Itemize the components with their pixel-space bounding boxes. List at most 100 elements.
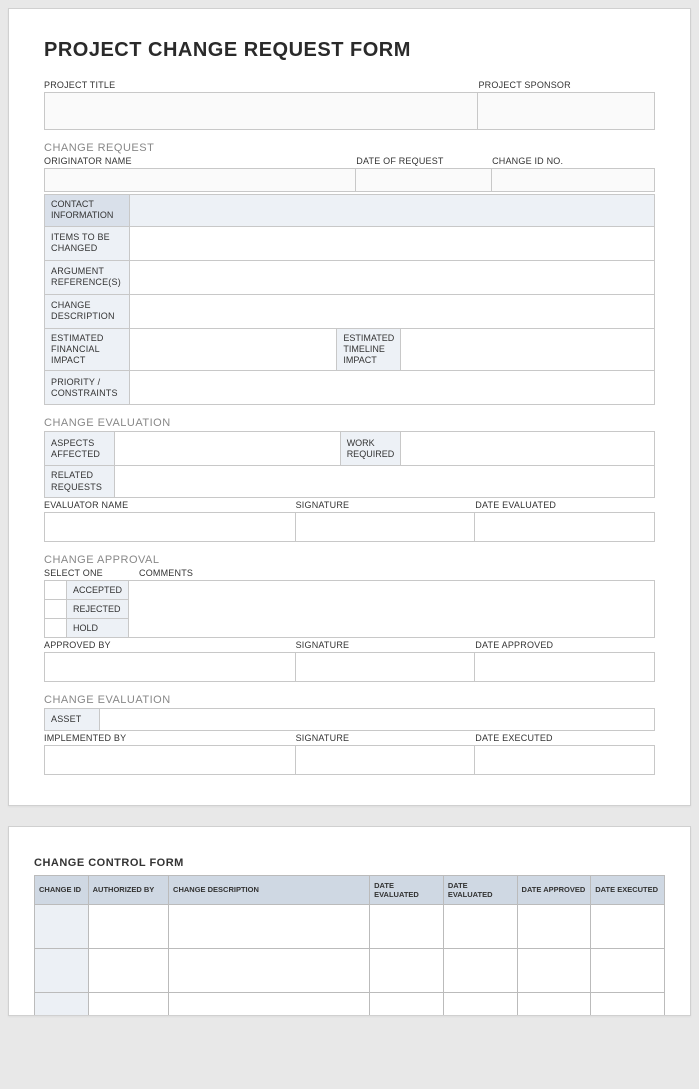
date-approved-input[interactable]	[475, 652, 655, 682]
ccf-header-row: CHANGE ID AUTHORIZED BY CHANGE DESCRIPTI…	[35, 875, 665, 904]
implemented-by-input[interactable]	[44, 745, 296, 775]
ccf-cell-date-approved[interactable]	[517, 948, 591, 992]
ccf-cell-date-executed[interactable]	[591, 992, 665, 1016]
contact-info-label: CONTACT INFORMATION	[45, 195, 130, 227]
change-id-input[interactable]	[492, 168, 655, 192]
date-executed-input[interactable]	[475, 745, 655, 775]
date-of-request-input[interactable]	[356, 168, 492, 192]
ccf-cell-change-id[interactable]	[35, 992, 89, 1016]
change-request-table: CONTACT INFORMATION ITEMS TO BE CHANGED …	[44, 194, 655, 405]
change-evaluation-table: ASPECTS AFFECTED WORK REQUIRED RELATED R…	[44, 431, 655, 498]
est-financial-label: ESTIMATED FINANCIAL IMPACT	[45, 328, 130, 371]
argument-ref-label: ARGUMENT REFERENCE(S)	[45, 260, 130, 294]
ccf-cell-date-eval2[interactable]	[443, 904, 517, 948]
evaluator-inputs	[44, 512, 655, 542]
contact-info-input[interactable]	[130, 195, 655, 227]
asset-input[interactable]	[100, 708, 655, 730]
rejected-label: REJECTED	[67, 599, 129, 618]
ccf-cell-date-eval2[interactable]	[443, 992, 517, 1016]
items-input[interactable]	[130, 226, 655, 260]
ccf-cell-date-approved[interactable]	[517, 904, 591, 948]
asset-label: ASSET	[45, 708, 100, 730]
change-id-label: CHANGE ID NO.	[492, 156, 655, 168]
ccf-cell-date-eval1[interactable]	[370, 992, 444, 1016]
select-one-label: SELECT ONE	[44, 568, 139, 580]
originator-row-inputs	[44, 168, 655, 192]
project-header-inputs	[44, 92, 655, 130]
work-required-label: WORK REQUIRED	[340, 432, 401, 466]
evaluator-name-input[interactable]	[44, 512, 296, 542]
rejected-checkbox[interactable]	[45, 599, 67, 618]
project-title-label: PROJECT TITLE	[44, 80, 478, 92]
date-of-request-label: DATE OF REQUEST	[356, 156, 492, 168]
ccf-cell-change-desc[interactable]	[169, 948, 370, 992]
date-evaluated-label: DATE EVALUATED	[475, 500, 655, 512]
section-change-evaluation: CHANGE EVALUATION	[44, 417, 655, 429]
hold-checkbox[interactable]	[45, 618, 67, 637]
asset-table: ASSET	[44, 708, 655, 731]
ccf-cell-change-desc[interactable]	[169, 904, 370, 948]
approval-signature-input[interactable]	[296, 652, 476, 682]
ccf-h-authorized-by: AUTHORIZED BY	[88, 875, 168, 904]
impl-signature-label: SIGNATURE	[296, 733, 476, 745]
ccf-cell-date-executed[interactable]	[591, 904, 665, 948]
ccf-cell-authorized-by[interactable]	[88, 948, 168, 992]
comments-label: COMMENTS	[139, 568, 193, 580]
priority-input[interactable]	[130, 371, 655, 405]
comments-input[interactable]	[129, 580, 655, 637]
ccf-h-date-executed: DATE EXECUTED	[591, 875, 665, 904]
date-executed-label: DATE EXECUTED	[475, 733, 655, 745]
section-change-evaluation2: CHANGE EVALUATION	[44, 694, 655, 706]
approved-by-label: APPROVED BY	[44, 640, 296, 652]
implemented-by-label: IMPLEMENTED BY	[44, 733, 296, 745]
est-timeline-input[interactable]	[401, 328, 655, 371]
project-sponsor-input[interactable]	[478, 92, 655, 130]
date-evaluated-input[interactable]	[475, 512, 655, 542]
approved-by-input[interactable]	[44, 652, 296, 682]
priority-label: PRIORITY / CONSTRAINTS	[45, 371, 130, 405]
work-required-input[interactable]	[401, 432, 655, 466]
ccf-cell-authorized-by[interactable]	[88, 992, 168, 1016]
project-sponsor-label: PROJECT SPONSOR	[478, 80, 655, 92]
eval-signature-label: SIGNATURE	[296, 500, 476, 512]
ccf-row	[35, 992, 665, 1016]
originator-label: ORIGINATOR NAME	[44, 156, 356, 168]
section-change-request: CHANGE REQUEST	[44, 142, 655, 154]
related-label: RELATED REQUESTS	[45, 466, 115, 498]
ccf-h-change-id: CHANGE ID	[35, 875, 89, 904]
ccf-cell-date-eval1[interactable]	[370, 948, 444, 992]
eval-signature-input[interactable]	[296, 512, 476, 542]
originator-input[interactable]	[44, 168, 356, 192]
change-control-form: CHANGE CONTROL FORM CHANGE ID AUTHORIZED…	[8, 826, 691, 1016]
ccf-h-change-desc: CHANGE DESCRIPTION	[169, 875, 370, 904]
ccf-title: CHANGE CONTROL FORM	[34, 857, 665, 869]
evaluator-name-label: EVALUATOR NAME	[44, 500, 296, 512]
ccf-cell-date-executed[interactable]	[591, 948, 665, 992]
ccf-cell-change-id[interactable]	[35, 948, 89, 992]
related-input[interactable]	[115, 466, 655, 498]
hold-label: HOLD	[67, 618, 129, 637]
ccf-h-date-eval2: DATE EVALUATED	[443, 875, 517, 904]
est-timeline-label: ESTIMATED TIMELINE IMPACT	[337, 328, 401, 371]
project-title-input[interactable]	[44, 92, 478, 130]
ccf-cell-date-eval2[interactable]	[443, 948, 517, 992]
project-header-row: PROJECT TITLE PROJECT SPONSOR	[44, 80, 655, 92]
ccf-cell-date-approved[interactable]	[517, 992, 591, 1016]
evaluator-labels: EVALUATOR NAME SIGNATURE DATE EVALUATED	[44, 500, 655, 512]
ccf-cell-authorized-by[interactable]	[88, 904, 168, 948]
ccf-cell-change-id[interactable]	[35, 904, 89, 948]
change-desc-label: CHANGE DESCRIPTION	[45, 294, 130, 328]
est-financial-input[interactable]	[130, 328, 337, 371]
accepted-checkbox[interactable]	[45, 580, 67, 599]
change-desc-input[interactable]	[130, 294, 655, 328]
project-change-request-form: PROJECT CHANGE REQUEST FORM PROJECT TITL…	[8, 8, 691, 806]
ccf-row	[35, 904, 665, 948]
ccf-cell-change-desc[interactable]	[169, 992, 370, 1016]
argument-ref-input[interactable]	[130, 260, 655, 294]
aspects-input[interactable]	[115, 432, 341, 466]
ccf-cell-date-eval1[interactable]	[370, 904, 444, 948]
section-change-approval: CHANGE APPROVAL	[44, 554, 655, 566]
originator-row-labels: ORIGINATOR NAME DATE OF REQUEST CHANGE I…	[44, 156, 655, 168]
approval-sig-inputs	[44, 652, 655, 682]
impl-signature-input[interactable]	[296, 745, 476, 775]
